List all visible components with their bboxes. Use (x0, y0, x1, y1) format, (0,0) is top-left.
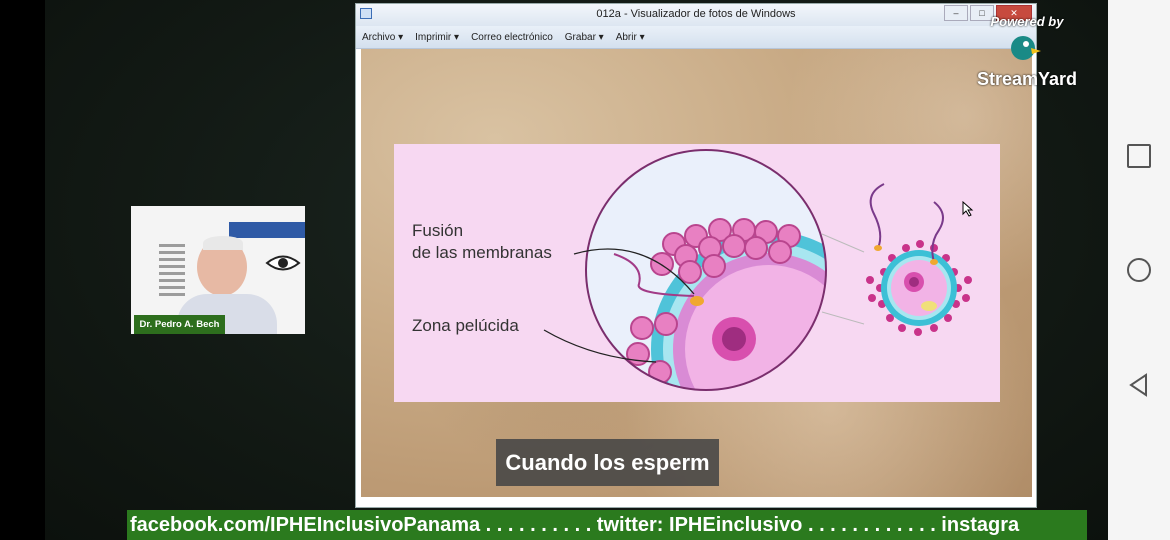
speaker-camera-tile: Dr. Pedro A. Bech (131, 206, 305, 334)
label-fusion-line1: Fusión (412, 221, 463, 240)
minimize-button[interactable]: – (944, 5, 968, 21)
label-fusion-line2: de las membranas (412, 243, 552, 262)
menu-abrir[interactable]: Abrir ▾ (616, 32, 645, 43)
android-navigation-bar (1108, 0, 1170, 540)
streamyard-logo-icon (1011, 36, 1041, 60)
left-black-bar (0, 0, 45, 540)
menu-imprimir[interactable]: Imprimir ▾ (415, 32, 459, 43)
menu-archivo[interactable]: Archivo ▾ (362, 32, 403, 43)
menu-grabar[interactable]: Grabar ▾ (565, 32, 604, 43)
label-zona-pelucida: Zona pelúcida (412, 316, 519, 335)
streamyard-name: StreamYard (976, 69, 1078, 89)
ticker-text: facebook.com/IPHEInclusivoPanama . . . .… (130, 514, 1020, 536)
title-bar: 012a - Visualizador de fotos de Windows … (356, 4, 1036, 26)
window-title: 012a - Visualizador de fotos de Windows (596, 8, 796, 20)
eye-icon (265, 255, 301, 271)
fertilization-diagram: Fusión de las membranas Zona pelúcida (394, 144, 1000, 402)
recent-apps-button[interactable] (1127, 144, 1151, 168)
home-button[interactable] (1127, 258, 1151, 282)
live-caption: Cuando los esperm (496, 439, 719, 486)
mouse-cursor-icon (962, 201, 974, 217)
streamyard-powered: Powered by (990, 14, 1064, 29)
eye-chart (159, 244, 185, 298)
streamyard-watermark: Powered by StreamYard (973, 14, 1081, 94)
photo-viewer-window: 012a - Visualizador de fotos de Windows … (355, 3, 1037, 508)
speaker-name-tag: Dr. Pedro A. Bech (134, 315, 225, 334)
social-ticker: facebook.com/IPHEInclusivoPanama . . . .… (127, 510, 1087, 540)
back-button[interactable] (1126, 372, 1152, 398)
menu-bar: Archivo ▾ Imprimir ▾ Correo electrónico … (356, 26, 1036, 49)
menu-correo[interactable]: Correo electrónico (471, 32, 553, 43)
image-viewport: Fusión de las membranas Zona pelúcida (361, 49, 1032, 497)
institution-banner (229, 222, 305, 238)
